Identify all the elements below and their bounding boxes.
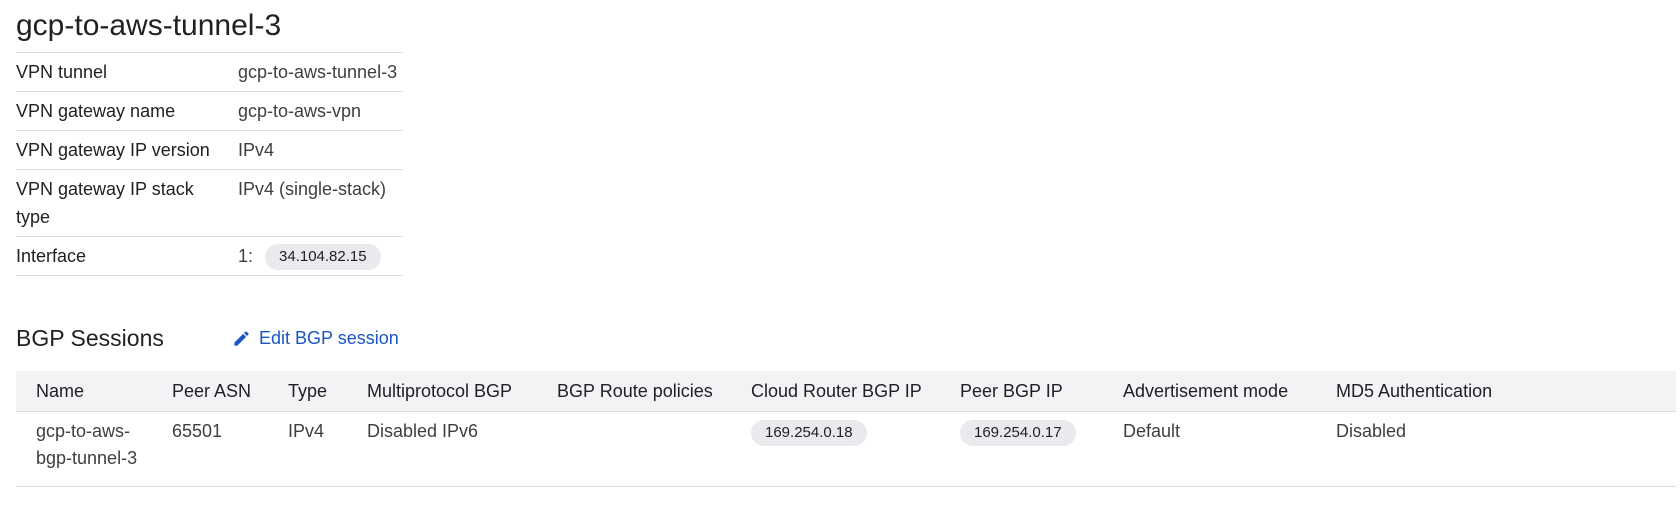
bgp-sessions-table: Name Peer ASN Type Multiprotocol BGP BGP… bbox=[16, 371, 1676, 487]
column-header-cloud-router-bgp-ip[interactable]: Cloud Router BGP IP bbox=[743, 371, 952, 412]
cell-cloud-router-bgp-ip: 169.254.0.18 bbox=[743, 411, 952, 487]
cell-name: gcp-to-aws-bgp-tunnel-3 bbox=[16, 411, 164, 487]
cell-route-policies bbox=[549, 411, 743, 487]
column-header-multiprotocol-bgp[interactable]: Multiprotocol BGP bbox=[359, 371, 549, 412]
pencil-icon bbox=[232, 329, 251, 348]
column-header-md5-authentication[interactable]: MD5 Authentication bbox=[1328, 371, 1676, 412]
bgp-sessions-title: BGP Sessions bbox=[16, 325, 164, 351]
cell-md5-authentication: Disabled bbox=[1328, 411, 1676, 487]
detail-row-vpn-gateway-name: VPN gateway name gcp-to-aws-vpn bbox=[16, 92, 403, 131]
interface-ip-chip: 34.104.82.15 bbox=[265, 244, 381, 271]
interface-index: 1: bbox=[238, 246, 254, 266]
page-title: gcp-to-aws-tunnel-3 bbox=[16, 9, 282, 42]
table-header-row: Name Peer ASN Type Multiprotocol BGP BGP… bbox=[16, 371, 1676, 412]
cell-peer-asn: 65501 bbox=[164, 411, 280, 487]
vpn-tunnel-details-page: gcp-to-aws-tunnel-3 VPN tunnel gcp-to-aw… bbox=[0, 0, 1680, 522]
detail-label: VPN gateway IP version bbox=[16, 140, 210, 160]
detail-label: VPN gateway IP stack type bbox=[16, 179, 194, 227]
detail-value: IPv4 (single-stack) bbox=[238, 179, 387, 199]
column-header-advertisement-mode[interactable]: Advertisement mode bbox=[1115, 371, 1328, 412]
cell-peer-bgp-ip: 169.254.0.17 bbox=[952, 411, 1115, 487]
detail-row-vpn-tunnel: VPN tunnel gcp-to-aws-tunnel-3 bbox=[16, 53, 403, 92]
detail-value: gcp-to-aws-tunnel-3 bbox=[238, 62, 398, 82]
peer-bgp-ip-chip: 169.254.0.17 bbox=[960, 419, 1076, 446]
cell-advertisement-mode: Default bbox=[1115, 411, 1328, 487]
column-header-peer-bgp-ip[interactable]: Peer BGP IP bbox=[952, 371, 1115, 412]
detail-value: IPv4 bbox=[238, 140, 275, 160]
edit-bgp-session-label: Edit BGP session bbox=[259, 328, 399, 348]
column-header-peer-asn[interactable]: Peer ASN bbox=[164, 371, 280, 412]
detail-row-vpn-gateway-ip-stack-type: VPN gateway IP stack type IPv4 (single-s… bbox=[16, 170, 403, 237]
edit-bgp-session-button[interactable]: Edit BGP session bbox=[232, 324, 399, 352]
tunnel-details-table: VPN tunnel gcp-to-aws-tunnel-3 VPN gatew… bbox=[16, 52, 403, 277]
table-row: gcp-to-aws-bgp-tunnel-3 65501 IPv4 Disab… bbox=[16, 411, 1676, 487]
cell-multiprotocol-bgp: Disabled IPv6 bbox=[359, 411, 549, 487]
cell-type: IPv4 bbox=[280, 411, 359, 487]
cloud-router-bgp-ip-chip: 169.254.0.18 bbox=[751, 419, 867, 446]
detail-label: Interface bbox=[16, 246, 87, 266]
detail-value: gcp-to-aws-vpn bbox=[238, 101, 362, 121]
detail-label: VPN tunnel bbox=[16, 62, 108, 82]
column-header-type[interactable]: Type bbox=[280, 371, 359, 412]
column-header-name[interactable]: Name bbox=[16, 371, 164, 412]
detail-label: VPN gateway name bbox=[16, 101, 176, 121]
column-header-bgp-route-policies[interactable]: BGP Route policies bbox=[549, 371, 743, 412]
detail-row-vpn-gateway-ip-version: VPN gateway IP version IPv4 bbox=[16, 131, 403, 170]
detail-row-interface: Interface 1: 34.104.82.15 bbox=[16, 237, 403, 277]
detail-value: 1: 34.104.82.15 bbox=[238, 237, 403, 275]
